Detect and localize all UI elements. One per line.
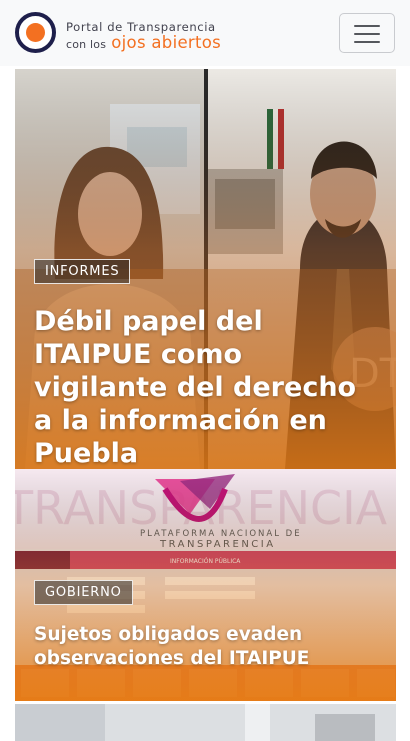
category-badge[interactable]: GOBIERNO bbox=[34, 580, 133, 605]
article-headline[interactable]: Sujetos obligados evaden observaciones d… bbox=[34, 623, 374, 671]
brand-tagline-prefix: con los bbox=[66, 38, 107, 51]
hamburger-menu-icon bbox=[354, 25, 380, 27]
brand-title: Portal de Transparencia bbox=[66, 20, 216, 34]
article-headline[interactable]: Débil papel del ITAIPUE como vigilante d… bbox=[34, 305, 382, 469]
category-badge[interactable]: INFORMES bbox=[34, 259, 131, 284]
hamburger-menu-icon-bar bbox=[354, 41, 380, 43]
brand-tagline-highlight: ojos abiertos bbox=[111, 33, 222, 52]
article-photo-partial bbox=[15, 704, 396, 741]
brand-tagline: con los ojos abiertos bbox=[66, 33, 221, 52]
logo-eye-icon bbox=[15, 12, 56, 53]
hamburger-menu-icon-bar bbox=[354, 33, 380, 35]
brand-link[interactable]: Portal de Transparencia con los ojos abi… bbox=[0, 0, 230, 66]
menu-toggle-button[interactable] bbox=[339, 13, 395, 53]
article-card-next[interactable] bbox=[15, 704, 396, 741]
article-card-gobierno[interactable]: TRANSPARENCIA PLATAFORMA NACIONAL DE TRA… bbox=[15, 469, 396, 701]
top-navbar: Portal de Transparencia con los ojos abi… bbox=[0, 0, 410, 66]
article-card-informes[interactable]: DT INFORMES Débil papel del ITAIPUE como… bbox=[15, 69, 396, 469]
